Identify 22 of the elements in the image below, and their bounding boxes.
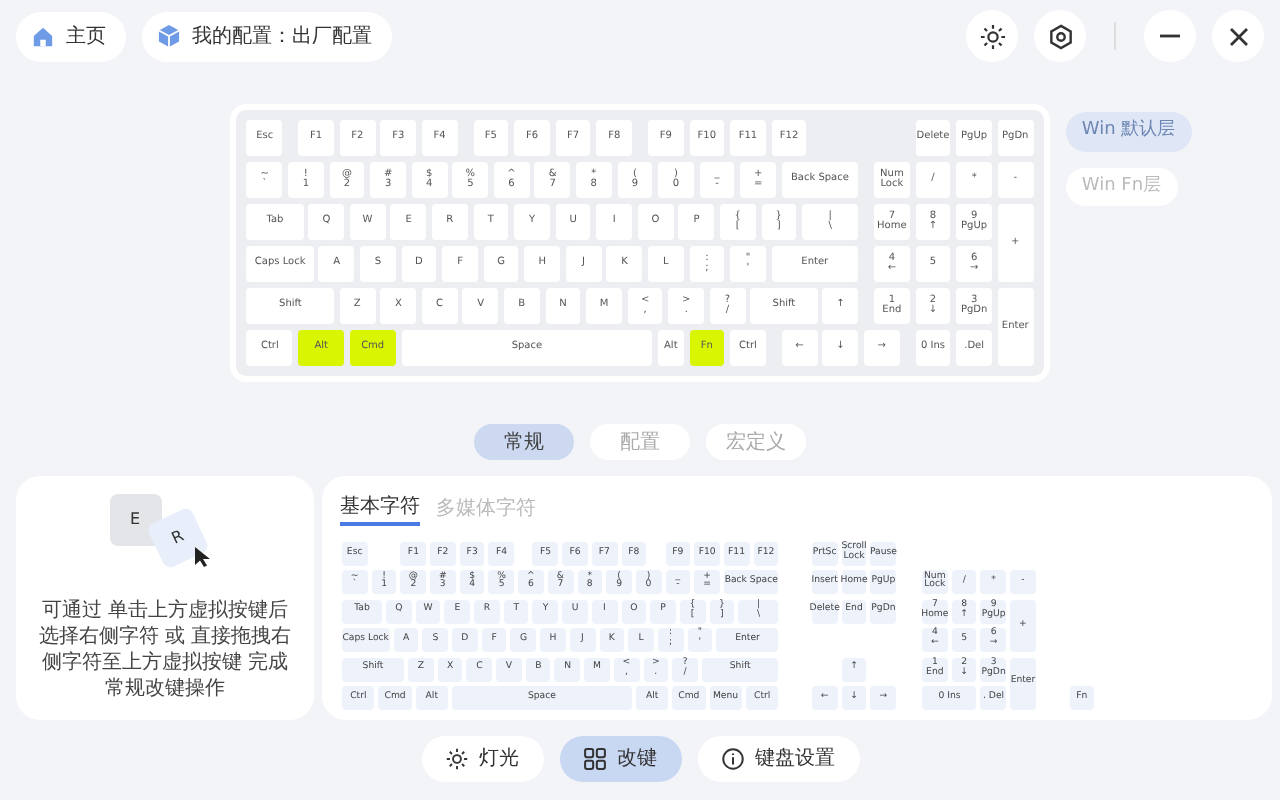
settings-icon: [1047, 23, 1073, 49]
close-icon: [1229, 27, 1247, 45]
house-icon: [32, 25, 54, 47]
close-button[interactable]: [1212, 10, 1264, 62]
cube-icon: [158, 24, 180, 48]
nav-button[interactable]: 改键: [559, 736, 681, 782]
brightness-button[interactable]: [966, 10, 1018, 62]
sun-icon: [979, 23, 1005, 49]
grid-icon: [583, 748, 605, 770]
nav-button[interactable]: 灯光: [421, 736, 543, 782]
profile-button[interactable]: 我的配置：出厂配置: [142, 11, 392, 61]
instruction-text: 可通过 单击上方虚拟按键后选择右侧字符 或 直接拖拽右侧字符至上方虚拟按键 完成常规改键操作: [36, 598, 294, 702]
cursor-icon: [193, 546, 211, 568]
tab[interactable]: 基本字符: [340, 492, 420, 526]
home-button[interactable]: 主页: [16, 11, 126, 61]
key-illustration: E: [109, 494, 161, 546]
settings-button[interactable]: [1034, 10, 1086, 62]
sun-icon: [445, 748, 467, 770]
info-icon: [721, 748, 743, 770]
nav-button[interactable]: 键盘设置: [697, 736, 859, 782]
tab[interactable]: 常规: [474, 424, 574, 460]
minimize-icon: [1160, 34, 1180, 38]
